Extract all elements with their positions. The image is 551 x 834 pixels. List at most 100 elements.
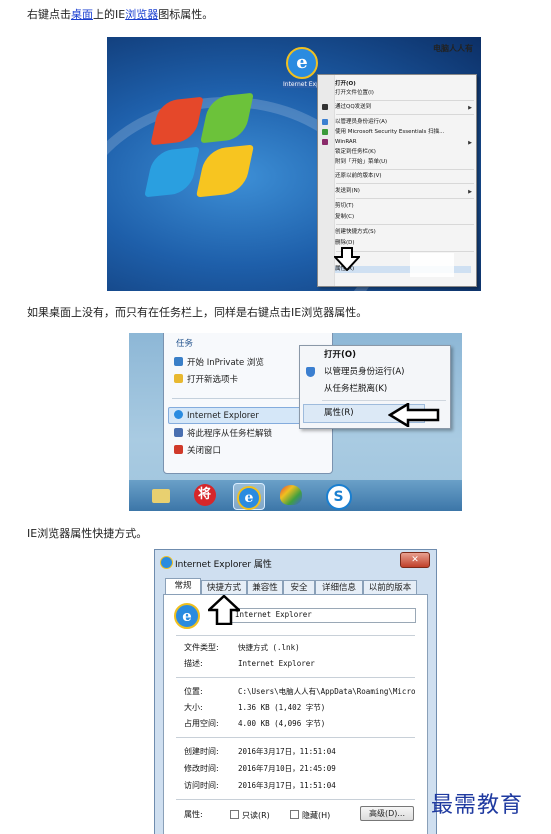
ie-icon [174, 410, 183, 419]
jump-item-label: 打开新选项卡 [187, 375, 239, 385]
row-description-label: 描述: [184, 659, 203, 668]
submenu-arrow-icon: ▶ [468, 140, 472, 146]
up-arrow-icon [208, 595, 240, 625]
dialog-title: Internet Explorer 属性 [175, 560, 272, 570]
jump-item-ie[interactable]: Internet Explorer [174, 410, 259, 422]
hidden-checkbox[interactable]: 隐藏(H) [290, 810, 330, 821]
row-size-value: 1.36 KB (1,402 字节) [238, 703, 326, 712]
name-field-value: Internet Explorer [235, 610, 312, 619]
inprivate-icon [174, 357, 183, 366]
submenu-arrow-icon: ▶ [468, 105, 472, 111]
menu-item-properties[interactable]: 属性(R) [324, 408, 354, 419]
jump-item-inprivate[interactable]: 开始 InPrivate 浏览 [174, 357, 264, 369]
figure-desktop-context-menu: 电脑人人有 e Internet Explorer 打开(O) 打开文件位置(I… [107, 37, 481, 291]
paragraph-1: 右键点击桌面上的IE浏览器图标属性。 [27, 8, 213, 22]
jump-item-unpin[interactable]: 将此程序从任务栏解锁 [174, 428, 272, 440]
desktop-ie-icon[interactable]: e Internet Explorer [283, 47, 334, 91]
red-app-icon: 将 [193, 484, 216, 506]
taskbar-paint-button[interactable] [277, 483, 304, 508]
menu-item-label: WinRAR [335, 139, 357, 145]
menu-item-qq-send[interactable]: 通过QQ发送到 [322, 104, 371, 111]
row-size-label: 大小: [184, 703, 203, 712]
row-disk-size-label: 占用空间: [184, 719, 219, 728]
menu-item-restore-versions[interactable]: 还原以前的版本(V) [335, 173, 382, 180]
tab-compatibility[interactable]: 兼容性 [247, 580, 283, 595]
jump-item-new-tab[interactable]: 打开新选项卡 [174, 374, 238, 386]
taskbar: 将 e S [129, 480, 462, 511]
checkbox-box [290, 810, 299, 819]
taskbar-folder-button[interactable] [147, 483, 174, 508]
row-created-label: 创建时间: [184, 747, 219, 756]
ie-icon [160, 556, 173, 569]
readonly-label: 只读(R) [242, 811, 270, 820]
row-modified-label: 修改时间: [184, 764, 219, 773]
browser-link[interactable]: 浏览器 [125, 8, 158, 21]
jump-item-label: Internet Explorer [187, 411, 259, 421]
menu-item-pin-taskbar[interactable]: 锁定到任务栏(K) [335, 149, 376, 156]
ie-icon-caption: Internet Explorer [283, 81, 334, 88]
menu-separator [336, 114, 474, 115]
row-location-label: 位置: [184, 687, 203, 696]
p1-text-c: 图标属性。 [158, 8, 214, 21]
s-app-icon: S [325, 484, 352, 510]
menu-item-create-shortcut[interactable]: 创建快捷方式(S) [335, 229, 376, 236]
row-location-value: C:\Users\电脑人人有\AppData\Roaming\Micro [238, 687, 416, 696]
readonly-checkbox[interactable]: 只读(R) [230, 810, 270, 821]
taskbar-ie-button[interactable]: e [233, 483, 265, 510]
menu-item-open[interactable]: 打开(O) [324, 350, 356, 361]
menu-item-run-as-admin[interactable]: 以管理员身份运行(A) [322, 119, 387, 126]
close-button[interactable]: ✕ [400, 552, 430, 568]
name-field[interactable]: Internet Explorer [230, 608, 416, 623]
ie-icon: e [237, 486, 261, 510]
menu-item-run-as-admin[interactable]: 以管理员身份运行(A) [324, 367, 404, 378]
tab-shortcut[interactable]: 快捷方式 [201, 580, 247, 595]
site-watermark: 最需教育 [431, 793, 524, 818]
menu-item-open-location[interactable]: 打开文件位置(I) [335, 90, 374, 97]
menu-item-pin-start[interactable]: 附到「开始」菜单(U) [335, 159, 387, 166]
menu-separator [336, 169, 474, 170]
menu-item-send-to[interactable]: 发送到(N) [335, 188, 360, 195]
qq-icon [322, 104, 328, 110]
folder-icon [151, 489, 170, 503]
divider [176, 635, 415, 636]
menu-separator [336, 183, 474, 184]
taskbar-context-menu: 打开(O) 以管理员身份运行(A) 从任务栏脱离(K) 属性(R) [299, 345, 451, 429]
checkbox-box [230, 810, 239, 819]
menu-item-label: 使用 Microsoft Security Essentials 扫描... [335, 129, 445, 135]
desktop-context-menu: 打开(O) 打开文件位置(I) 通过QQ发送到 ▶ 以管理员身份运行(A) 使用… [317, 74, 477, 287]
menu-item-copy[interactable]: 复制(C) [335, 214, 354, 221]
menu-separator [336, 100, 474, 101]
row-created-value: 2016年3月17日，11:51:04 [238, 747, 336, 756]
menu-separator [336, 224, 474, 225]
winrar-icon [322, 139, 328, 145]
jump-item-label: 将此程序从任务栏解锁 [187, 429, 273, 439]
figure-properties-dialog: Internet Explorer 属性 ✕ 常规 快捷方式 兼容性 安全 详细… [154, 549, 437, 834]
menu-item-unpin-taskbar[interactable]: 从任务栏脱离(K) [324, 384, 387, 395]
advanced-button[interactable]: 高级(D)... [360, 806, 414, 821]
menu-item-winrar[interactable]: WinRAR [322, 139, 357, 146]
divider [176, 737, 415, 738]
menu-item-delete[interactable]: 删除(D) [335, 240, 355, 247]
paragraph-2: 如果桌面上没有，而只有在任务栏上，同样是右键点击IE浏览器属性。 [27, 306, 368, 319]
tab-security[interactable]: 安全 [283, 580, 315, 595]
jump-item-close[interactable]: 关闭窗口 [174, 445, 221, 457]
dialog-body: e Internet Explorer 文件类型: 快捷方式 (.lnk) 描述… [163, 594, 428, 834]
jump-header: 任务 [176, 339, 194, 349]
ie-large-icon: e [174, 603, 200, 629]
jump-item-label: 关闭窗口 [187, 446, 222, 456]
taskbar-app-button[interactable]: 将 [191, 483, 218, 508]
menu-item-cut[interactable]: 剪切(T) [335, 203, 354, 210]
menu-item-open[interactable]: 打开(O) [335, 81, 356, 88]
menu-item-mse-scan[interactable]: 使用 Microsoft Security Essentials 扫描... [322, 129, 445, 136]
taskbar-s-button[interactable]: S [325, 483, 352, 510]
close-icon [174, 445, 183, 454]
row-description-value: Internet Explorer [238, 659, 315, 668]
desktop-link[interactable]: 桌面 [71, 8, 93, 21]
shield-icon [322, 119, 328, 125]
unpin-icon [174, 428, 183, 437]
tab-previous-versions[interactable]: 以前的版本 [363, 580, 417, 595]
tab-details[interactable]: 详细信息 [315, 580, 363, 595]
shield-icon [306, 367, 315, 377]
jump-item-label: 开始 InPrivate 浏览 [187, 358, 264, 368]
p1-text-b: 上的IE [93, 8, 126, 21]
